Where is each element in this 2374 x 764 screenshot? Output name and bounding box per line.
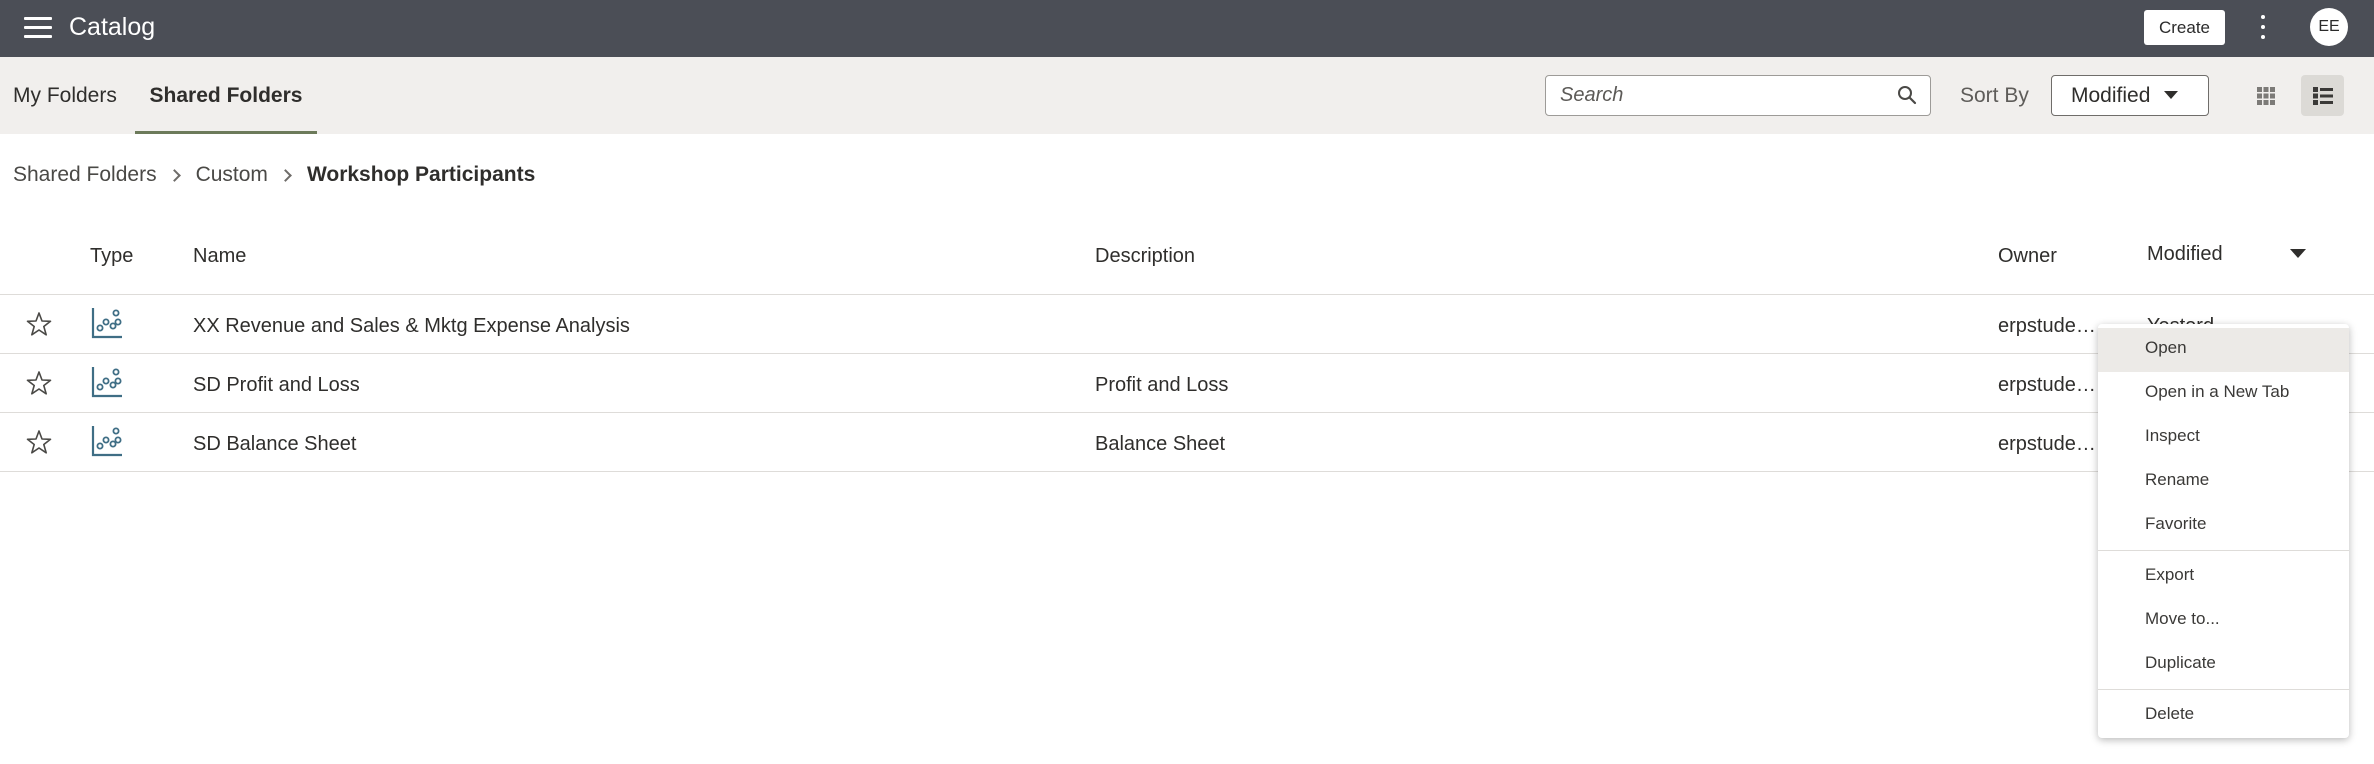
more-options-icon[interactable] — [2259, 15, 2267, 41]
top-bar: Catalog Create EE — [0, 0, 2374, 57]
tab-toolbar: My Folders Shared Folders Sort By Modifi… — [0, 57, 2374, 134]
app-title: Catalog — [69, 13, 156, 41]
menu-item-open-new-tab[interactable]: Open in a New Tab — [2098, 372, 2349, 416]
sort-by-value: Modified — [2071, 84, 2151, 107]
menu-item-move-to[interactable]: Move to... — [2098, 599, 2349, 643]
tab-shared-folders[interactable]: Shared Folders — [135, 57, 317, 134]
tab-my-folders[interactable]: My Folders — [13, 57, 117, 134]
column-header-name[interactable]: Name — [193, 225, 246, 287]
menu-item-favorite[interactable]: Favorite — [2098, 504, 2349, 548]
sort-descending-icon[interactable] — [2290, 249, 2306, 258]
search-box — [1545, 75, 1931, 116]
breadcrumb: Shared Folders Custom Workshop Participa… — [13, 160, 535, 190]
column-header-owner[interactable]: Owner — [1998, 225, 2057, 287]
menu-item-delete[interactable]: Delete — [2098, 694, 2349, 738]
create-button[interactable]: Create — [2144, 10, 2225, 45]
column-header-description[interactable]: Description — [1095, 225, 1195, 287]
scatter-chart-icon — [91, 426, 122, 457]
sort-by-select[interactable]: Modified — [2051, 75, 2209, 116]
table-header: Type Name Description Owner Modified — [0, 225, 2374, 295]
search-icon[interactable] — [1896, 84, 1918, 106]
caret-down-icon — [2164, 91, 2178, 99]
menu-divider — [2098, 550, 2349, 551]
table-row[interactable]: SD Profit and Loss Profit and Loss erpst… — [0, 354, 2374, 413]
table-row[interactable]: SD Balance Sheet Balance Sheet erpstude… — [0, 413, 2374, 472]
chevron-right-icon — [279, 168, 292, 182]
scatter-chart-icon — [91, 308, 122, 339]
item-description: Balance Sheet — [1095, 433, 1226, 455]
star-icon[interactable] — [26, 311, 52, 337]
sort-by-label: Sort By — [1960, 84, 2029, 107]
item-name[interactable]: SD Balance Sheet — [193, 413, 356, 475]
star-icon[interactable] — [26, 429, 52, 455]
star-icon[interactable] — [26, 370, 52, 396]
scatter-chart-icon — [91, 367, 122, 398]
menu-item-export[interactable]: Export — [2098, 555, 2349, 599]
item-name[interactable]: SD Profit and Loss — [193, 354, 360, 416]
item-description: Profit and Loss — [1095, 374, 1229, 396]
item-owner: erpstude… — [1998, 433, 2096, 455]
hamburger-menu-icon[interactable] — [24, 17, 52, 39]
item-name[interactable]: XX Revenue and Sales & Mktg Expense Anal… — [193, 295, 630, 357]
item-owner: erpstude… — [1998, 315, 2096, 337]
column-header-type[interactable]: Type — [90, 225, 133, 287]
menu-item-inspect[interactable]: Inspect — [2098, 416, 2349, 460]
search-input[interactable] — [1560, 76, 1890, 115]
breadcrumb-current: Workshop Participants — [306, 163, 536, 186]
table-row[interactable]: XX Revenue and Sales & Mktg Expense Anal… — [0, 295, 2374, 354]
list-view-icon[interactable] — [2301, 75, 2344, 116]
menu-divider — [2098, 689, 2349, 690]
menu-item-open[interactable]: Open — [2098, 328, 2349, 372]
user-avatar[interactable]: EE — [2310, 8, 2348, 46]
catalog-table: Type Name Description Owner Modified XX … — [0, 225, 2374, 472]
item-owner: erpstude… — [1998, 374, 2096, 396]
menu-item-rename[interactable]: Rename — [2098, 460, 2349, 504]
breadcrumb-custom[interactable]: Custom — [196, 163, 268, 187]
chevron-right-icon — [167, 168, 181, 182]
context-menu: Open Open in a New Tab Inspect Rename Fa… — [2098, 324, 2349, 738]
column-header-modified[interactable]: Modified — [2147, 225, 2223, 283]
breadcrumb-shared-folders[interactable]: Shared Folders — [13, 163, 157, 187]
grid-view-icon[interactable] — [2246, 75, 2286, 116]
menu-item-duplicate[interactable]: Duplicate — [2098, 643, 2349, 687]
